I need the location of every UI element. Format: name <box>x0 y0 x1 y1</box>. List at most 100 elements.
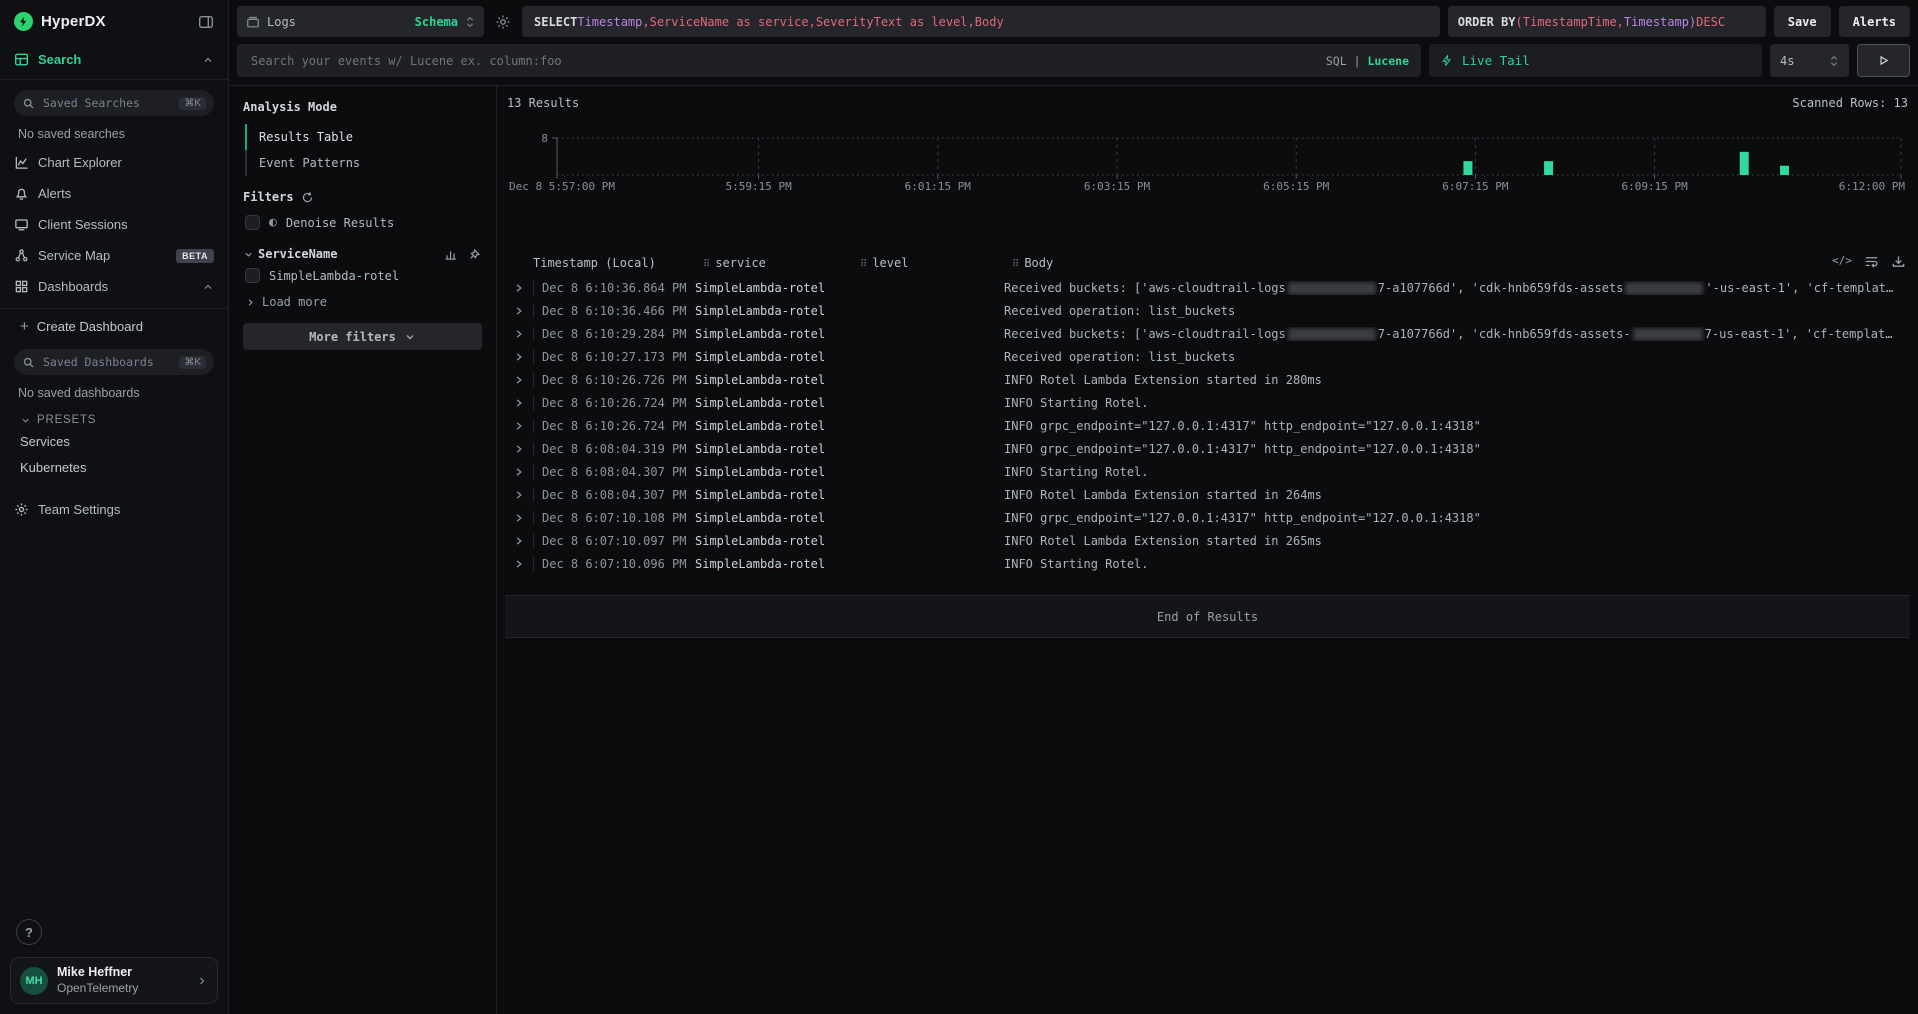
results-count: 13 Results <box>507 96 579 110</box>
pin-icon[interactable] <box>468 247 482 261</box>
orderby-editor[interactable]: ORDER BY (TimestampTime, Timestamp) DESC <box>1448 6 1766 37</box>
chevron-up-icon <box>202 281 214 293</box>
refresh-interval-select[interactable]: 4s <box>1770 44 1849 77</box>
end-of-results: End of Results <box>505 595 1910 638</box>
table-row[interactable]: Dec 8 6:10:29.284 PMSimpleLambda-rotelRe… <box>505 322 1910 345</box>
facet-values: SimpleLambda-rotel <box>243 261 482 290</box>
cell-body: INFO Rotel Lambda Extension started in 2… <box>1004 534 1910 548</box>
facet-servicename[interactable]: ServiceName <box>243 247 482 261</box>
hyperdx-logo-icon <box>14 12 33 31</box>
table-row[interactable]: Dec 8 6:08:04.307 PMSimpleLambda-rotelIN… <box>505 483 1910 506</box>
sidebar-item-service-map[interactable]: Service MapBETA <box>0 240 228 271</box>
cell-service: SimpleLambda-rotel <box>695 511 852 525</box>
event-search-input[interactable] <box>249 53 1316 69</box>
row-expand-icon[interactable] <box>505 398 533 408</box>
source-selector[interactable]: Logs Schema <box>237 6 484 37</box>
row-expand-icon[interactable] <box>505 467 533 477</box>
view-source-icon[interactable]: </> <box>1832 254 1852 269</box>
save-button[interactable]: Save <box>1774 6 1831 37</box>
analysis-mode-event-patterns[interactable]: Event Patterns <box>245 150 482 176</box>
drag-handle-icon[interactable]: ⠿ <box>860 259 867 270</box>
cell-service: SimpleLambda-rotel <box>695 534 852 548</box>
saved-dashboards-searchbox[interactable]: ⌘K <box>14 349 214 375</box>
column-header-service[interactable]: ⠿service <box>703 256 860 270</box>
analysis-mode-heading: Analysis Mode <box>243 100 482 114</box>
table-row[interactable]: Dec 8 6:07:10.097 PMSimpleLambda-rotel IN… <box>505 529 1910 552</box>
sidebar-item-search[interactable]: Search <box>0 41 228 79</box>
row-expand-icon[interactable] <box>505 329 533 339</box>
sql-editor[interactable]: SELECT Timestamp, ServiceName as service… <box>522 6 1440 37</box>
create-dashboard-button[interactable]: + Create Dashboard <box>0 309 228 339</box>
sidebar-collapse-icon[interactable] <box>198 14 214 30</box>
more-filters-button[interactable]: More filters <box>243 323 482 350</box>
help-button[interactable]: ? <box>16 919 42 945</box>
sidebar-item-dashboards[interactable]: Dashboards <box>0 271 228 302</box>
column-header-level[interactable]: ⠿level <box>860 256 1012 270</box>
table-row[interactable]: Dec 8 6:10:26.724 PMSimpleLambda-rotelIN… <box>505 391 1910 414</box>
create-dashboard-label: Create Dashboard <box>37 319 143 334</box>
presets-toggle[interactable]: PRESETS <box>0 406 228 428</box>
row-expand-icon[interactable] <box>505 559 533 569</box>
table-row[interactable]: Dec 8 6:07:10.096 PMSimpleLambda-rotelIN… <box>505 552 1910 575</box>
svg-text:6:07:15 PM: 6:07:15 PM <box>1442 180 1509 193</box>
table-row[interactable]: Dec 8 6:07:10.108 PMSimpleLambda-rotelIN… <box>505 506 1910 529</box>
sidebar-item-chart-explorer[interactable]: Chart Explorer <box>0 147 228 178</box>
source-settings-button[interactable] <box>492 14 514 30</box>
sidebar-item-client-sessions[interactable]: Client Sessions <box>0 209 228 240</box>
row-expand-icon[interactable] <box>505 536 533 546</box>
column-header-body[interactable]: ⠿Body <box>1012 256 1910 270</box>
preset-item-kubernetes[interactable]: Kubernetes <box>0 454 228 480</box>
table-row[interactable]: Dec 8 6:08:04.319 PMSimpleLambda-rotelIN… <box>505 437 1910 460</box>
bar-chart-icon[interactable] <box>444 247 458 261</box>
alerts-button[interactable]: Alerts <box>1839 6 1910 37</box>
row-expand-icon[interactable] <box>505 421 533 431</box>
wrap-lines-icon[interactable] <box>1864 254 1879 269</box>
table-row[interactable]: Dec 8 6:10:26.726 PMSimpleLambda-rotelIN… <box>505 368 1910 391</box>
sidebar-item-team-settings[interactable]: Team Settings <box>0 494 228 525</box>
drag-handle-icon[interactable]: ⠿ <box>1012 259 1019 270</box>
row-expand-icon[interactable] <box>505 513 533 523</box>
refresh-icon[interactable] <box>301 191 314 204</box>
user-menu[interactable]: MH Mike Heffner OpenTelemetry <box>10 957 218 1004</box>
results-table-header: Timestamp (Local) ⠿service ⠿level ⠿Body … <box>505 250 1910 276</box>
cell-service: SimpleLambda-rotel <box>695 442 852 456</box>
cell-timestamp: Dec 8 6:07:10.097 PM <box>533 534 695 548</box>
saved-searches-input[interactable] <box>41 95 173 111</box>
row-expand-icon[interactable] <box>505 352 533 362</box>
shortcut-badge: ⌘K <box>179 97 206 110</box>
download-icon[interactable] <box>1891 254 1906 269</box>
sidebar-item-alerts[interactable]: Alerts <box>0 178 228 209</box>
analysis-mode-results-table[interactable]: Results Table <box>245 124 482 150</box>
saved-dashboards-input[interactable] <box>41 354 173 370</box>
table-row[interactable]: Dec 8 6:10:36.864 PMSimpleLambda-rotelRe… <box>505 276 1910 299</box>
table-row[interactable]: Dec 8 6:10:27.173 PMSimpleLambda-rotelRe… <box>505 345 1910 368</box>
table-row[interactable]: Dec 8 6:10:36.466 PMSimpleLambda-rotelRe… <box>505 299 1910 322</box>
cell-body: INFO Rotel Lambda Extension started in 2… <box>1004 488 1910 502</box>
live-tail-button[interactable]: Live Tail <box>1429 44 1762 77</box>
events-histogram[interactable]: 8Dec 8 5:57:00 PM5:59:15 PM6:01:15 PM6:0… <box>505 120 1907 204</box>
load-more-button[interactable]: Load more <box>243 290 482 311</box>
preset-item-services[interactable]: Services <box>0 428 228 454</box>
cell-service: SimpleLambda-rotel <box>695 419 852 433</box>
cell-timestamp: Dec 8 6:10:36.864 PM <box>533 281 695 295</box>
drag-handle-icon[interactable]: ⠿ <box>703 259 710 270</box>
row-expand-icon[interactable] <box>505 490 533 500</box>
row-expand-icon[interactable] <box>505 306 533 316</box>
cell-body: Received buckets: ['aws-cloudtrail-logs7… <box>1004 281 1910 295</box>
user-org: OpenTelemetry <box>57 981 187 996</box>
table-row[interactable]: Dec 8 6:08:04.307 PMSimpleLambda-rotelIN… <box>505 460 1910 483</box>
table-row[interactable]: Dec 8 6:10:26.724 PMSimpleLambda-rotelIN… <box>505 414 1910 437</box>
facet-value-checkbox[interactable] <box>245 268 260 283</box>
column-header-timestamp[interactable]: Timestamp (Local) <box>533 256 703 270</box>
row-expand-icon[interactable] <box>505 283 533 293</box>
results-table: Timestamp (Local) ⠿service ⠿level ⠿Body … <box>505 250 1910 638</box>
saved-searches-searchbox[interactable]: ⌘K <box>14 90 214 116</box>
language-toggle[interactable]: SQL | Lucene <box>1326 54 1409 68</box>
row-expand-icon[interactable] <box>505 444 533 454</box>
run-query-button[interactable] <box>1857 44 1910 77</box>
user-meta: Mike Heffner OpenTelemetry <box>57 965 187 996</box>
sidebar-item-label: Search <box>38 52 193 67</box>
denoise-checkbox[interactable] <box>245 215 260 230</box>
row-expand-icon[interactable] <box>505 375 533 385</box>
chevron-down-icon <box>20 415 31 426</box>
